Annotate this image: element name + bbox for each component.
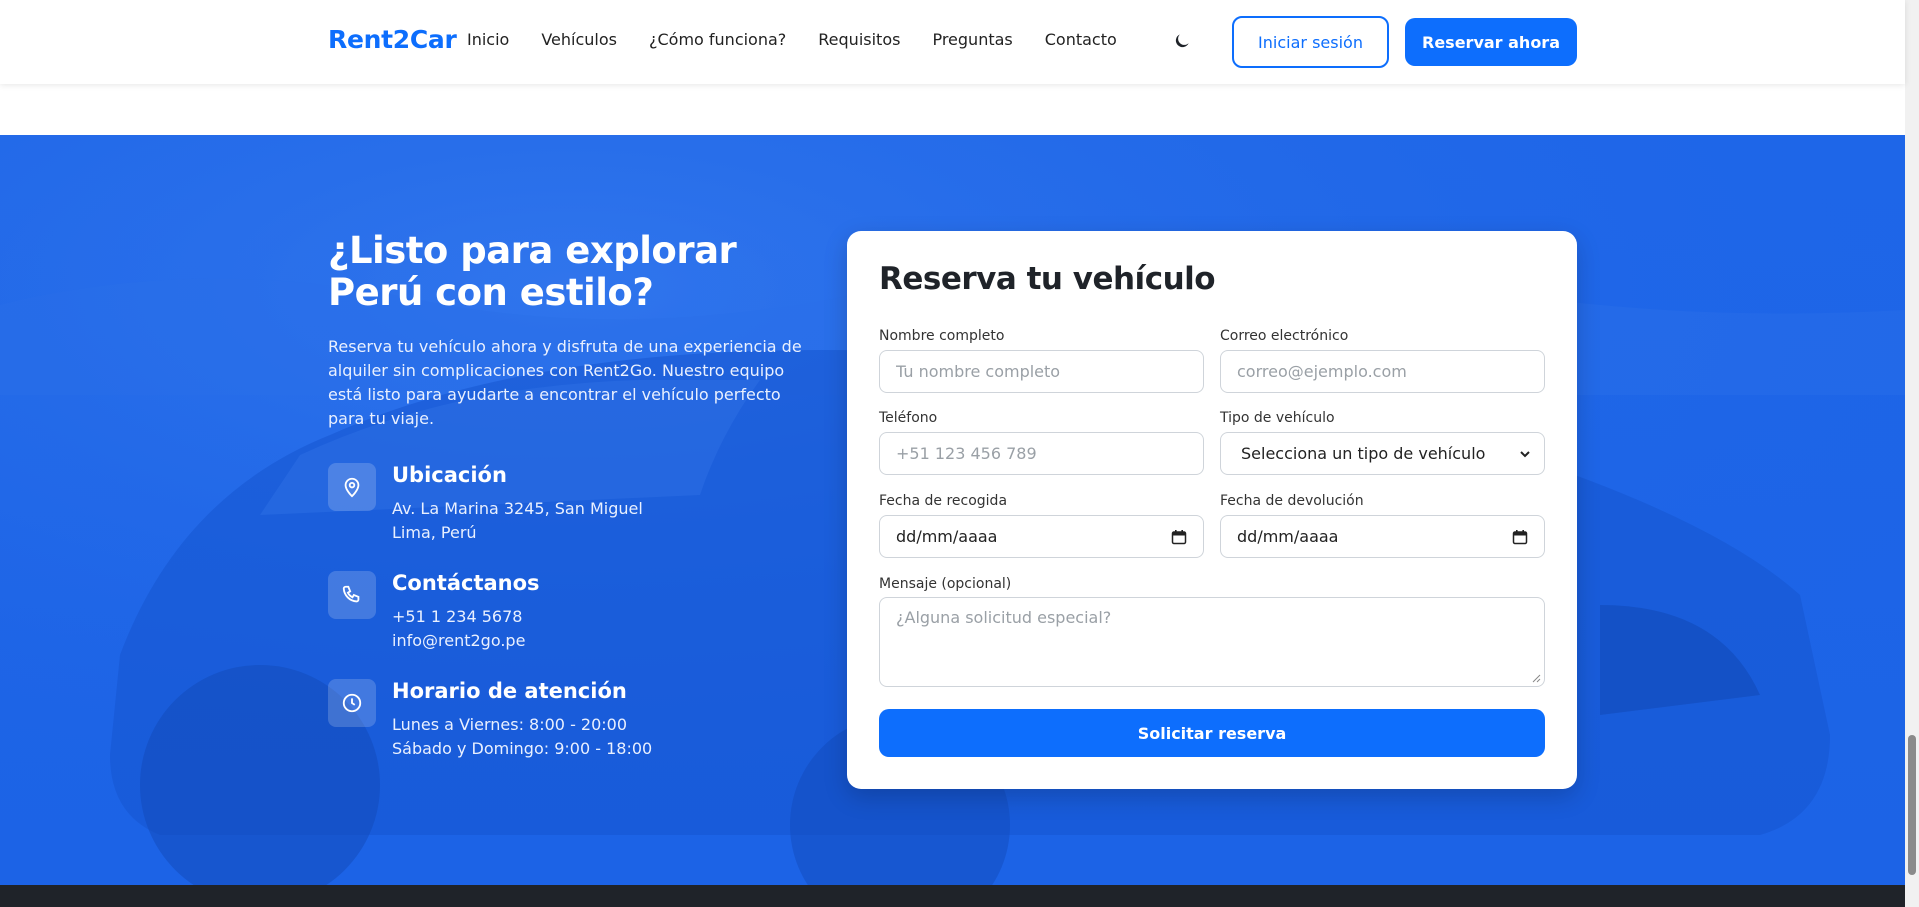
brand-logo[interactable]: Rent2Car [328,25,457,54]
booking-form-card: Reserva tu vehículo Nombre completo Corr… [847,231,1577,789]
message-textarea[interactable]: ¿Alguna solicitud especial? [879,597,1545,687]
pickup-date-value: dd/mm/aaaa [896,527,998,546]
info-line: Lima, Perú [392,523,477,542]
name-input[interactable] [879,350,1204,393]
nav-link-requisitos[interactable]: Requisitos [818,30,900,49]
phone-label: Teléfono [879,410,938,426]
pickup-date-input[interactable]: dd/mm/aaaa [879,515,1204,558]
return-date-value: dd/mm/aaaa [1237,527,1339,546]
clock-icon [328,679,376,727]
pickup-date-label: Fecha de recogida [879,493,1008,509]
scrollbar-thumb[interactable] [1908,735,1916,875]
nav-link-contacto[interactable]: Contacto [1045,30,1117,49]
calendar-icon[interactable] [1171,529,1187,545]
name-label: Nombre completo [879,328,1005,344]
phone-number[interactable]: +51 1 234 5678 [392,607,522,626]
info-line: Av. La Marina 3245, San Miguel [392,499,643,518]
chevron-down-icon [1520,450,1530,457]
footer [0,885,1905,907]
nav-link-inicio[interactable]: Inicio [467,30,509,49]
info-title: Horario de atención [392,679,627,703]
vehicle-type-label: Tipo de vehículo [1220,410,1335,426]
nav-link-preguntas[interactable]: Preguntas [932,30,1012,49]
email-input[interactable] [1220,350,1545,393]
vehicle-type-selected: Selecciona un tipo de vehículo [1241,444,1486,463]
top-navbar: Rent2Car Inicio Vehículos ¿Cómo funciona… [0,0,1905,84]
info-title: Contáctanos [392,571,540,595]
hero-description: Reserva tu vehículo ahora y disfruta de … [328,337,802,428]
email-label: Correo electrónico [1220,328,1349,344]
message-placeholder: ¿Alguna solicitud especial? [896,608,1112,627]
return-date-input[interactable]: dd/mm/aaaa [1220,515,1545,558]
info-line: Lunes a Viernes: 8:00 - 20:00 [392,715,628,734]
main-nav: Inicio Vehículos ¿Cómo funciona? Requisi… [467,30,1117,49]
moon-icon[interactable] [1172,31,1192,51]
info-line: Sábado y Domingo: 9:00 - 18:00 [392,739,653,758]
submit-reservation-button[interactable]: Solicitar reserva [879,709,1545,757]
calendar-icon[interactable] [1512,529,1528,545]
nav-link-como-funciona[interactable]: ¿Cómo funciona? [649,30,786,49]
phone-input[interactable] [879,432,1204,475]
login-button[interactable]: Iniciar sesión [1232,16,1389,68]
return-date-label: Fecha de devolución [1220,493,1364,509]
form-title: Reserva tu vehículo [879,261,1216,297]
vehicle-type-select[interactable]: Selecciona un tipo de vehículo [1220,432,1545,475]
hero-title: ¿Listo para explorar Perú con estilo? [328,229,737,314]
email-link[interactable]: info@rent2go.pe [392,631,525,650]
booking-section: ¿Listo para explorar Perú con estilo? Re… [0,135,1905,885]
page-scrollbar[interactable] [1905,0,1919,907]
info-title: Ubicación [392,463,507,487]
location-pin-icon [328,463,376,511]
reserve-now-button[interactable]: Reservar ahora [1405,18,1577,66]
nav-link-vehiculos[interactable]: Vehículos [541,30,617,49]
phone-icon [328,571,376,619]
resize-handle-icon[interactable] [1531,673,1541,683]
message-label: Mensaje (opcional) [879,576,1012,592]
